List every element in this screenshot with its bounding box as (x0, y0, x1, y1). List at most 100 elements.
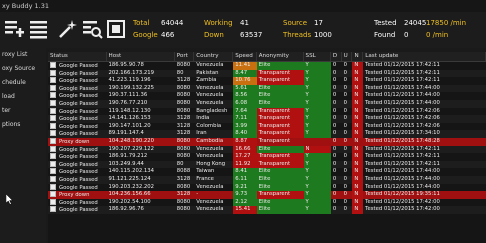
list-search-icon[interactable] (80, 16, 104, 42)
table-row[interactable]: Proxy down 104.236.156.66 3128- 9.73 Transpa… (48, 191, 486, 199)
cell-d: 0 (332, 92, 337, 99)
cell-last-update: Tested 01/12/2015 17:42:06 (365, 122, 440, 129)
sidebar-item-proxy-source[interactable]: oxy Source (0, 62, 46, 76)
table-row[interactable]: Google Passed 103.249.9.44 80 Hong Kong 11.9… (48, 160, 486, 169)
status-text: Google Passed (59, 199, 98, 206)
table-row[interactable]: Google Passed 14.141.126.153 3128 India 7.11… (48, 115, 486, 123)
table-row[interactable]: Google Passed 89.191.147.4 3128 Iran 8.40 Tra… (48, 130, 486, 138)
sidebar-item-filter[interactable]: ter (0, 104, 46, 118)
column-header-speed[interactable]: Speed (233, 52, 257, 61)
found-value: 0 (404, 31, 409, 39)
cell-status: Google Passed (48, 198, 107, 207)
cell-anonymity: Transparent (256, 69, 304, 78)
cell-n: N (352, 183, 364, 192)
row-checkbox[interactable] (50, 191, 56, 198)
sidebar-item-options[interactable]: ptions (0, 118, 46, 132)
row-checkbox[interactable] (50, 153, 56, 160)
table-row[interactable]: Google Passed 190.147.101.20 3128 Colombia 3… (48, 122, 486, 131)
table-row[interactable]: Proxy down 104.248.190.220 8080 Cambodia 8.8… (48, 137, 486, 146)
cell-n: N (352, 153, 364, 161)
column-header-last-update[interactable]: Last update (363, 52, 486, 61)
column-header-d[interactable]: D (331, 52, 342, 61)
cell-last-update: Tested 01/12/2015 17:42:11 (365, 153, 440, 160)
cell-last-update: Tested 01/12/2015 17:44:00 (365, 99, 440, 106)
column-header-n[interactable]: N (352, 52, 364, 61)
stop-icon[interactable] (104, 16, 128, 42)
row-checkbox[interactable] (50, 160, 56, 167)
cell-ssl: Y (303, 99, 331, 108)
proxy-grid: Status Host Port Country Speed Anonymity… (48, 52, 486, 243)
cell-country: India (196, 115, 210, 122)
column-header-status[interactable]: Status (48, 52, 107, 61)
row-checkbox[interactable] (50, 168, 56, 175)
row-checkbox[interactable] (50, 69, 56, 76)
cell-speed: 15.41 (233, 206, 257, 214)
column-header-port[interactable]: Port (175, 52, 195, 61)
row-checkbox[interactable] (50, 115, 56, 122)
add-icon[interactable] (2, 16, 26, 42)
cell-u: 0 (343, 183, 348, 190)
row-checkbox[interactable] (50, 122, 56, 129)
row-checkbox[interactable] (50, 175, 56, 182)
cell-country: Cambodia (196, 137, 224, 144)
row-checkbox[interactable] (50, 107, 56, 114)
table-row[interactable]: Google Passed 190.202.54.100 8080 Venezuela… (48, 198, 486, 207)
row-checkbox[interactable] (50, 145, 56, 152)
table-row[interactable]: Google Passed 119.148.12.130 8080 Banglades… (48, 107, 486, 116)
cell-n: N (352, 122, 364, 131)
cell-anonymity: Transparent (256, 160, 304, 169)
column-header-u[interactable]: U (342, 52, 353, 61)
cell-anonymity: Transparent (256, 191, 304, 199)
cell-u: 0 (343, 145, 348, 152)
table-row[interactable]: Google Passed 202.166.173.219 80 Pakistan 8.… (48, 69, 486, 78)
row-checkbox[interactable] (50, 137, 56, 144)
table-row[interactable]: Google Passed 186.91.79.212 8080 Venezuela 1… (48, 153, 486, 161)
column-header-ssl[interactable]: SSL (304, 52, 331, 61)
sidebar-item-download[interactable]: load (0, 90, 46, 104)
cell-status: Google Passed (48, 62, 107, 70)
cell-speed: 6.11 (233, 175, 257, 184)
cell-country: Colombia (196, 122, 222, 129)
cell-speed: 5.61 (233, 84, 257, 93)
cell-d: 0 (332, 160, 337, 167)
row-checkbox[interactable] (50, 183, 56, 190)
table-row[interactable]: Google Passed 140.115.202.134 8088 Taiwan 8.… (48, 168, 486, 176)
column-header-anonymity[interactable]: Anonymity (257, 52, 304, 61)
sidebar-item-proxy-list[interactable]: roxy List (0, 48, 46, 62)
table-row[interactable]: Google Passed 186.95.90.78 8080 Venezuela 11… (48, 62, 486, 70)
table-row[interactable]: Google Passed 41.223.119.196 3128 Zambia 10.… (48, 77, 486, 85)
row-checkbox[interactable] (50, 99, 56, 106)
row-checkbox[interactable] (50, 206, 56, 213)
cell-status: Google Passed (48, 84, 107, 93)
row-checkbox[interactable] (50, 84, 56, 91)
cell-country: Venezuela (196, 84, 224, 91)
row-checkbox[interactable] (50, 92, 56, 99)
sidebar-item-schedule[interactable]: chedule (0, 76, 46, 90)
table-row[interactable]: Google Passed 190.37.111.36 8080 Venezuela 8… (48, 92, 486, 100)
table-row[interactable]: Google Passed 190.207.229.122 8080 Venezuel… (48, 145, 486, 154)
row-checkbox[interactable] (50, 62, 56, 68)
cell-anonymity: Elite (256, 168, 304, 176)
list-icon[interactable] (27, 16, 51, 42)
table-row[interactable]: Google Passed 190.76.77.210 8080 Venezuela 6… (48, 99, 486, 108)
column-header-host[interactable]: Host (107, 52, 175, 61)
column-header-country[interactable]: Country (194, 52, 234, 61)
row-checkbox[interactable] (50, 77, 56, 84)
cell-d: 0 (332, 145, 337, 152)
magic-wand-icon[interactable] (55, 16, 79, 42)
cell-anonymity: Elite (256, 183, 304, 192)
status-text: Google Passed (59, 70, 98, 77)
cell-ssl: Y (303, 130, 331, 138)
table-row[interactable]: Google Passed 91.121.225.124 3128 France 6.1… (48, 175, 486, 184)
cell-d: 0 (332, 183, 337, 190)
row-checkbox[interactable] (50, 198, 56, 205)
total-label: Total (133, 19, 150, 27)
stats-working-down: Working 41 Down 63537 (204, 17, 262, 41)
cell-n: N (352, 115, 364, 123)
cell-d: 0 (332, 77, 337, 84)
table-row[interactable]: Google Passed 186.92.96.76 8080 Venezuela 15… (48, 206, 486, 214)
table-row[interactable]: Google Passed 190.203.232.202 8080 Venezuel… (48, 183, 486, 192)
row-checkbox[interactable] (50, 130, 56, 137)
cell-u: 0 (343, 175, 348, 182)
table-row[interactable]: Google Passed 190.199.132.225 8080 Venezuel… (48, 84, 486, 93)
